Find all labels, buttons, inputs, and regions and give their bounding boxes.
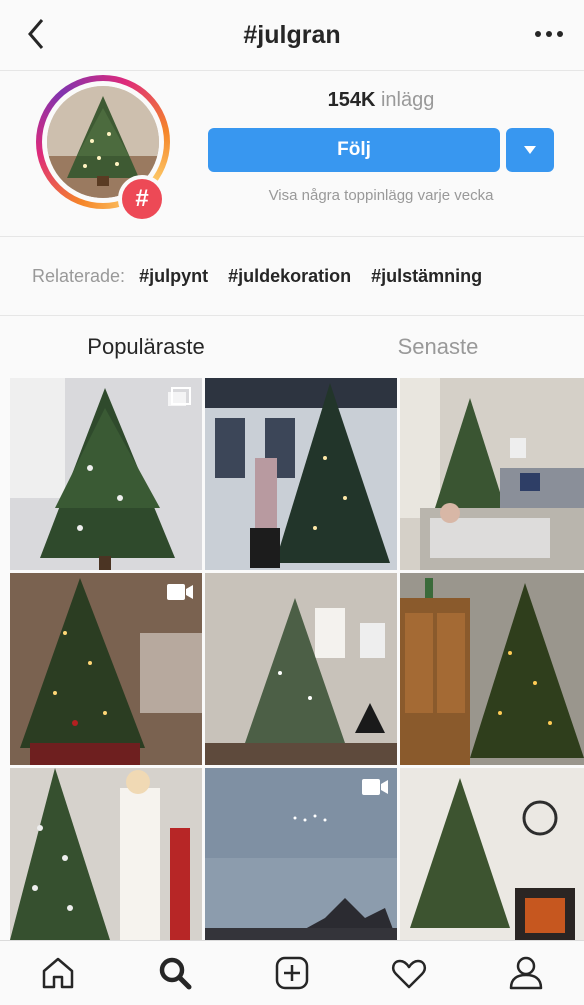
profile-icon[interactable] [506, 953, 546, 993]
add-post-icon[interactable] [272, 953, 312, 993]
home-icon[interactable] [38, 953, 78, 993]
related-hashtags: Relaterade: #julpynt #juldekoration #jul… [0, 236, 584, 316]
grid-post[interactable] [400, 573, 584, 765]
video-icon [362, 779, 388, 795]
posts-count-label: inlägg [380, 89, 435, 111]
posts-count-number: 154K [327, 89, 376, 111]
search-icon[interactable] [155, 953, 195, 993]
related-label: Relaterade: [32, 265, 126, 286]
tab-recent[interactable]: Senaste [292, 318, 584, 376]
post-image [400, 378, 584, 570]
grid-post[interactable] [205, 573, 397, 765]
feed-tabs: Populäraste Senaste [0, 318, 584, 376]
bottom-navigation [0, 940, 584, 1005]
tab-popular[interactable]: Populäraste [0, 318, 292, 376]
follow-options-button[interactable] [506, 128, 554, 172]
related-tag-juldekoration[interactable]: #juldekoration [228, 266, 351, 287]
posts-grid [10, 378, 584, 940]
caret-down-icon [524, 146, 536, 154]
multiple-posts-icon [168, 387, 191, 406]
heart-icon[interactable] [389, 953, 429, 993]
video-icon [167, 584, 193, 600]
grid-post[interactable] [10, 768, 202, 940]
grid-post[interactable] [400, 768, 584, 940]
related-tag-julstamning[interactable]: #julstämning [371, 266, 482, 287]
hashtag-header: # 154K inlägg Följ Visa några toppinlägg… [0, 71, 584, 231]
more-horizontal-icon[interactable] [532, 22, 566, 46]
grid-post[interactable] [10, 378, 202, 570]
posts-count: 154K inlägg [208, 89, 554, 112]
grid-post[interactable] [400, 378, 584, 570]
hashtag-badge-icon: # [118, 175, 166, 223]
post-image [205, 573, 397, 765]
grid-post[interactable] [10, 573, 202, 765]
post-image [400, 768, 584, 940]
post-image [10, 768, 202, 940]
grid-post[interactable] [205, 768, 397, 940]
top-bar: #julgran [0, 0, 584, 71]
grid-post[interactable] [205, 378, 397, 570]
post-image [205, 378, 397, 570]
post-image [400, 573, 584, 765]
page-title: #julgran [243, 20, 341, 49]
follow-button[interactable]: Följ [208, 128, 500, 172]
related-tag-julpynt[interactable]: #julpynt [139, 266, 208, 287]
chevron-left-icon[interactable] [22, 14, 52, 54]
top-posts-subtext: Visa några toppinlägg varje vecka [268, 187, 494, 204]
